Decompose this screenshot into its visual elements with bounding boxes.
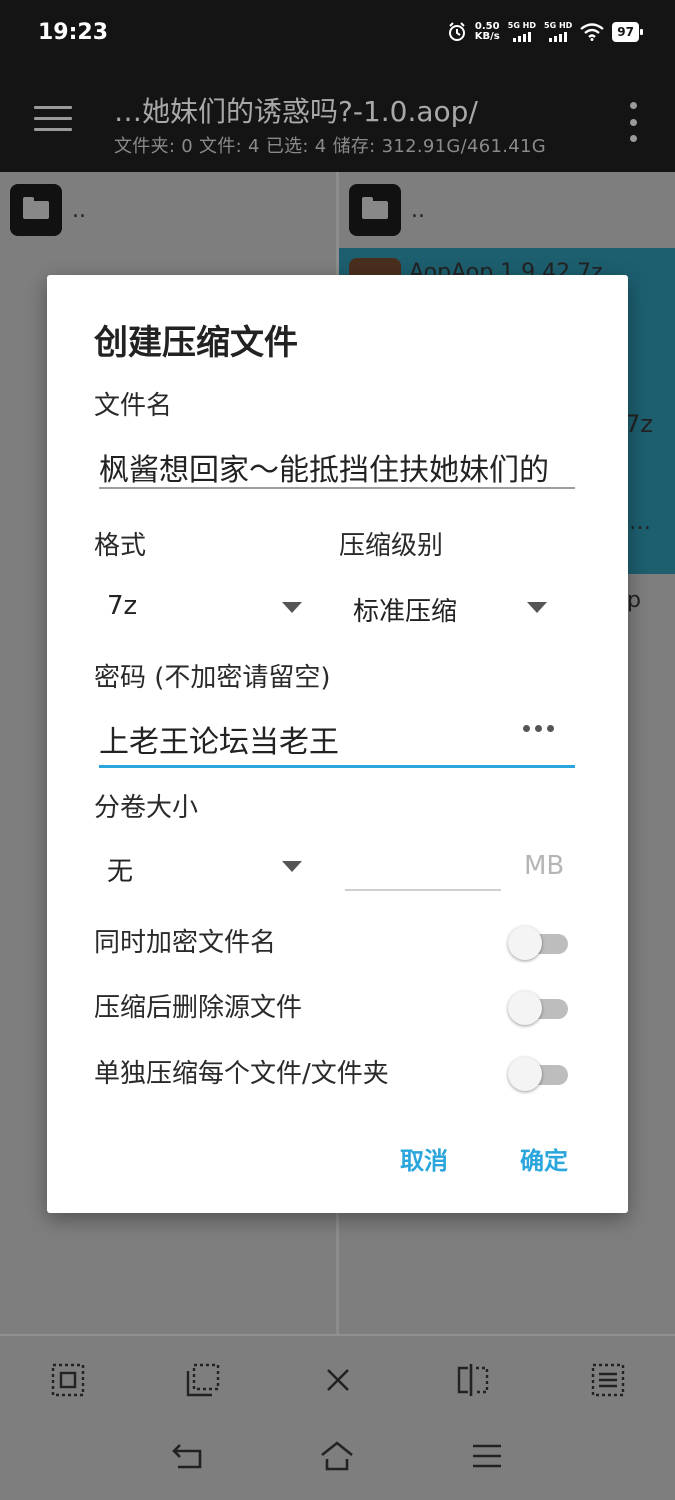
alarm-icon xyxy=(448,22,465,41)
parent-folder-label: .. xyxy=(72,197,86,223)
split-size-select[interactable]: 无 xyxy=(107,851,133,888)
wifi-icon xyxy=(580,23,605,41)
menu-icon[interactable] xyxy=(34,106,72,134)
network-speed: 0.50 KB/s xyxy=(474,21,500,42)
delete-source-label: 压缩后删除源文件 xyxy=(94,993,303,1023)
status-icons: 0.50 KB/s 5G HD 5G HD 97 xyxy=(447,21,643,42)
encrypt-filenames-label: 同时加密文件名 xyxy=(94,928,277,958)
list-item: 7z xyxy=(625,410,653,438)
split-size-label: 分卷大小 xyxy=(94,793,199,823)
cancel-button[interactable]: 取消 xyxy=(400,1141,448,1176)
compare-icon[interactable] xyxy=(453,1360,493,1400)
format-label: 格式 xyxy=(94,531,147,561)
folder-icon xyxy=(10,184,62,236)
recents-icon[interactable] xyxy=(467,1436,507,1476)
signal-sim1-icon: 5G HD xyxy=(508,22,536,42)
password-input[interactable]: 上老王论坛当老王 xyxy=(99,717,499,761)
more-options-icon[interactable] xyxy=(627,102,639,142)
page-title: …她妹们的诱惑吗?-1.0.aop/ xyxy=(114,95,478,128)
select-all-icon[interactable] xyxy=(48,1360,88,1400)
show-password-icon[interactable] xyxy=(523,725,554,732)
filename-input[interactable]: 枫酱想回家～能抵挡住扶她妹们的 xyxy=(99,445,575,489)
parent-folder-label: .. xyxy=(411,197,425,223)
split-size-input[interactable] xyxy=(345,889,501,891)
encrypt-filenames-row[interactable]: 同时加密文件名 xyxy=(94,922,570,962)
parent-folder-row[interactable]: .. xyxy=(349,184,425,236)
chevron-down-icon[interactable] xyxy=(282,602,302,613)
filename-underline xyxy=(99,487,575,489)
back-icon[interactable] xyxy=(167,1436,207,1476)
status-bar: 19:23 0.50 KB/s 5G HD 5G HD 97 xyxy=(0,0,675,72)
confirm-button[interactable]: 确定 xyxy=(520,1141,568,1176)
delete-source-row[interactable]: 压缩后删除源文件 xyxy=(94,987,570,1027)
level-select[interactable]: 标准压缩 xyxy=(353,591,457,628)
storage-summary: 文件夹: 0 文件: 4 已选: 4 储存: 312.91G/461.41G xyxy=(114,136,546,157)
list-icon[interactable] xyxy=(588,1360,628,1400)
compress-separately-row[interactable]: 单独压缩每个文件/文件夹 xyxy=(94,1053,570,1093)
delete-source-toggle[interactable] xyxy=(508,991,570,1025)
compress-separately-label: 单独压缩每个文件/文件夹 xyxy=(94,1059,389,1089)
signal-sim2-icon: 5G HD xyxy=(544,22,572,42)
chevron-down-icon[interactable] xyxy=(282,861,302,872)
create-archive-dialog: 创建压缩文件 文件名 枫酱想回家～能抵挡住扶她妹们的 格式 压缩级别 7z 标准… xyxy=(47,275,628,1213)
parent-folder-row[interactable]: .. xyxy=(10,184,86,236)
status-time: 19:23 xyxy=(38,20,109,45)
app-bar: …她妹们的诱惑吗?-1.0.aop/ 文件夹: 0 文件: 4 已选: 4 储存… xyxy=(0,72,675,172)
list-item: p xyxy=(627,588,641,613)
chevron-down-icon[interactable] xyxy=(527,602,547,613)
split-unit-label: MB xyxy=(524,851,565,881)
format-select[interactable]: 7z xyxy=(107,591,137,621)
filename-label: 文件名 xyxy=(94,391,173,421)
dialog-title: 创建压缩文件 xyxy=(94,323,298,363)
folder-icon xyxy=(349,184,401,236)
home-icon[interactable] xyxy=(317,1436,357,1476)
list-item: … xyxy=(629,510,651,535)
password-label: 密码 (不加密请留空) xyxy=(94,663,331,693)
battery-icon: 97 xyxy=(612,22,643,42)
bottom-toolbar xyxy=(0,1334,675,1424)
password-underline xyxy=(99,765,575,768)
encrypt-filenames-toggle[interactable] xyxy=(508,926,570,960)
close-icon[interactable] xyxy=(318,1360,358,1400)
level-label: 压缩级别 xyxy=(339,531,444,561)
compress-separately-toggle[interactable] xyxy=(508,1057,570,1091)
system-nav-bar xyxy=(0,1424,675,1500)
select-range-icon[interactable] xyxy=(183,1360,223,1400)
